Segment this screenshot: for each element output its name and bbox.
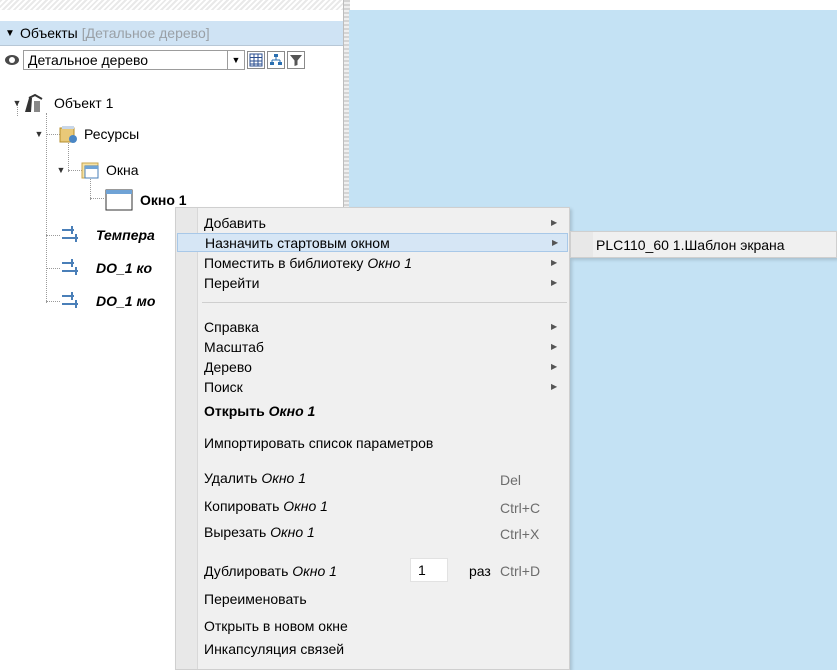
menu-item-label: Открыть в новом окне — [204, 617, 348, 634]
submenu-arrow-icon: ▶ — [551, 362, 558, 371]
tree-label: DO_1 ко — [96, 260, 153, 276]
menu-item-search[interactable]: Поиск ▶ — [177, 377, 568, 396]
submenu-arrow-icon: ▶ — [552, 238, 559, 247]
submenu-arrow-icon: ▶ — [551, 218, 558, 227]
menu-item-cut[interactable]: Вырезать Окно 1 Ctrl+X — [177, 522, 568, 543]
windows-folder-icon — [80, 159, 102, 181]
menu-item-tree[interactable]: Дерево ▶ — [177, 357, 568, 376]
tree-structure-icon[interactable] — [267, 51, 285, 69]
menu-item-object: Окно 1 — [292, 562, 337, 579]
tree-node-do1-b[interactable]: DO_1 мо — [60, 290, 155, 312]
menu-item-object: Окно 1 — [270, 523, 315, 540]
menu-separator — [202, 302, 567, 303]
menu-item-set-start-window[interactable]: Назначить стартовым окном ▶ — [177, 233, 568, 252]
menu-item-label: Копировать — [204, 497, 280, 514]
collapse-icon[interactable]: ▼ — [0, 28, 20, 39]
panel-title-hint: [Детальное дерево] — [81, 25, 210, 41]
tree-node-resources[interactable]: ▼ Ресурсы — [34, 123, 139, 145]
resources-icon — [58, 123, 80, 145]
submenu-arrow-icon: ▶ — [551, 278, 558, 287]
menu-item-copy[interactable]: Копировать Окно 1 Ctrl+C — [177, 496, 568, 517]
menu-item-label: Вырезать — [204, 523, 267, 540]
submenu-item-screen-template[interactable]: PLC110_60 1.Шаблон экрана — [596, 237, 785, 253]
menu-item-rename[interactable]: Переименовать — [177, 589, 568, 608]
table-view-icon[interactable] — [247, 51, 265, 69]
menu-item-label: Переименовать — [204, 590, 307, 607]
menu-item-object: Окно 1 — [261, 469, 307, 486]
expand-icon[interactable]: ▼ — [34, 129, 44, 139]
menu-item-label: Масштаб — [204, 338, 264, 355]
view-mode-value: Детальное дерево — [28, 52, 149, 68]
menu-item-label: Поместить в библиотеку — [204, 254, 364, 271]
shortcut-label: Ctrl+X — [500, 526, 540, 542]
panel-titlebar[interactable]: ▼ Объекты [Детальное дерево] — [0, 21, 343, 46]
context-menu: Добавить ▶ Назначить стартовым окном ▶ П… — [175, 207, 570, 670]
tree-node-object[interactable]: ▼ Объект 1 — [12, 92, 113, 114]
tree-node-temperature[interactable]: Темпера — [60, 224, 155, 246]
menu-item-object: Окно 1 — [268, 402, 316, 419]
menu-item-open-new-window[interactable]: Открыть в новом окне — [177, 616, 568, 635]
menu-item-label: Справка — [204, 318, 259, 335]
menu-item-open[interactable]: Открыть Окно 1 — [177, 401, 568, 420]
menu-item-import-params[interactable]: Импортировать список параметров — [177, 433, 568, 452]
tree-node-windows[interactable]: ▼ Окна — [56, 159, 139, 181]
submenu-arrow-icon: ▶ — [551, 382, 558, 391]
eye-icon[interactable] — [5, 55, 19, 65]
submenu-arrow-icon: ▶ — [551, 342, 558, 351]
menu-item-delete[interactable]: Удалить Окно 1 Del — [177, 468, 568, 489]
tree-label: Окно 1 — [140, 192, 187, 208]
menu-item-label: Инкапсуляция связей — [204, 640, 345, 657]
object-icon — [22, 92, 44, 114]
tree-label: Окна — [106, 162, 139, 178]
menu-item-label: Поиск — [204, 378, 243, 395]
link-icon — [60, 224, 82, 246]
menu-item-encapsulate-links[interactable]: Инкапсуляция связей — [177, 639, 568, 658]
menu-item-label: Открыть — [204, 402, 265, 419]
shortcut-label: Ctrl+C — [500, 500, 541, 516]
shortcut-label: Ctrl+D — [500, 562, 541, 579]
menu-item-label: Перейти — [204, 274, 260, 291]
submenu-arrow-icon: ▶ — [551, 258, 558, 267]
submenu-start-window: PLC110_60 1.Шаблон экрана — [570, 231, 837, 258]
menu-item-label: Импортировать список параметров — [204, 434, 434, 451]
expand-icon[interactable]: ▼ — [12, 98, 22, 108]
menu-item-label: Назначить стартовым окном — [205, 234, 390, 251]
menu-item-label: Дублировать — [204, 562, 289, 579]
duplicate-count-input[interactable]: 1 — [410, 558, 448, 582]
menu-item-object: Окно 1 — [283, 497, 328, 514]
expand-icon[interactable]: ▼ — [56, 165, 66, 175]
menu-item-label: Дерево — [204, 358, 252, 375]
link-icon — [60, 257, 82, 279]
chevron-down-icon[interactable]: ▼ — [227, 51, 244, 69]
filter-icon[interactable] — [287, 51, 305, 69]
panel-grip[interactable] — [0, 0, 343, 10]
duplicate-times-label: раз — [469, 562, 491, 579]
menu-item-help[interactable]: Справка ▶ — [177, 317, 568, 336]
panel-title: Объекты — [20, 25, 78, 41]
window-icon — [104, 189, 134, 211]
tree-label: DO_1 мо — [96, 293, 156, 309]
shortcut-label: Del — [500, 472, 522, 488]
menu-item-zoom[interactable]: Масштаб ▶ — [177, 337, 568, 356]
link-icon — [60, 290, 82, 312]
menu-item-add[interactable]: Добавить ▶ — [177, 213, 568, 232]
tree-label: Ресурсы — [84, 126, 140, 142]
menu-item-duplicate[interactable]: Дублировать Окно 1 1 раз Ctrl+D — [177, 558, 568, 582]
menu-item-label: Добавить — [204, 214, 266, 231]
menu-item-label: Удалить — [204, 469, 258, 486]
panel-toolbar: Детальное дерево ▼ — [0, 48, 343, 72]
tree-node-do1-a[interactable]: DO_1 ко — [60, 257, 152, 279]
menu-item-to-library[interactable]: Поместить в библиотеку Окно 1 ▶ — [177, 253, 568, 272]
menu-icon-gutter — [571, 232, 593, 257]
view-mode-select[interactable]: Детальное дерево ▼ — [23, 50, 245, 70]
menu-item-goto[interactable]: Перейти ▶ — [177, 273, 568, 292]
submenu-arrow-icon: ▶ — [551, 322, 558, 331]
menu-item-object: Окно 1 — [367, 254, 412, 271]
tree-label: Объект 1 — [54, 95, 114, 111]
tree-label: Темпера — [96, 227, 155, 243]
